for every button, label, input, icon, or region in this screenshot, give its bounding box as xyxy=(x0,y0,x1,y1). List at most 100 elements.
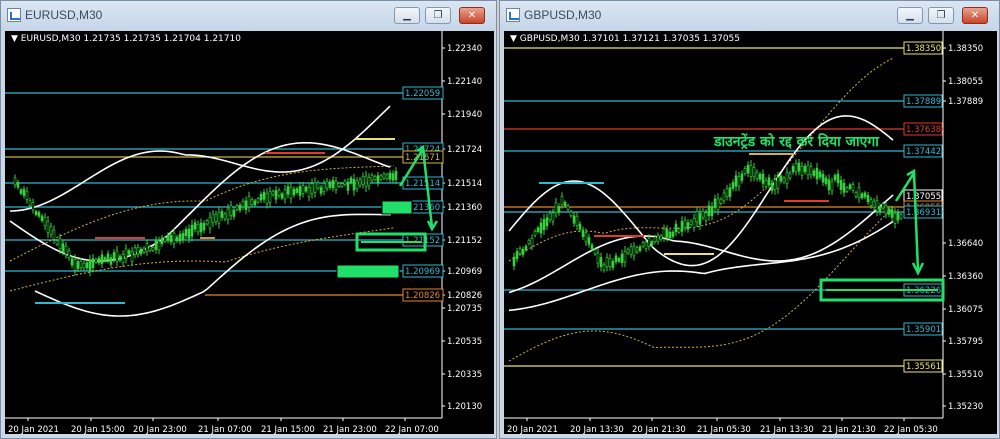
gbpusd-chart-window[interactable]: GBPUSD,M30 ▁ ❐ ✕ 1.38350 1.38055 1.37889 1.… xyxy=(499,0,1000,439)
price-chart[interactable]: 1.22340 1.22140 1.21940 1.21724 1.21514 1.213… xyxy=(5,31,494,436)
candle xyxy=(680,221,684,232)
time-tick-label: 22 Jan 07:00 xyxy=(385,425,439,435)
candle xyxy=(512,256,516,267)
price-tick-label: 1.35510 xyxy=(948,370,983,380)
candle xyxy=(313,182,317,193)
candle xyxy=(752,167,756,178)
chart-window-icon xyxy=(506,8,520,22)
price-tag-label: 1.37889 xyxy=(906,97,941,107)
candle xyxy=(887,208,891,215)
candle xyxy=(205,220,209,225)
candle xyxy=(620,253,624,264)
candle xyxy=(674,223,678,233)
candle xyxy=(611,261,615,268)
candle xyxy=(572,215,576,224)
candle xyxy=(860,193,864,199)
candle xyxy=(100,254,104,264)
chart-canvas[interactable]: 1.22340 1.22140 1.21940 1.21724 1.21514 1.213… xyxy=(5,31,494,436)
price-tag-label: 1.36931 xyxy=(906,208,941,218)
bollinger-mid xyxy=(9,141,391,262)
candle xyxy=(548,213,552,220)
candle xyxy=(103,257,107,261)
candle xyxy=(809,166,813,176)
envelope-lower-band xyxy=(508,207,894,362)
candle xyxy=(19,189,23,194)
candle xyxy=(244,200,248,211)
candle xyxy=(112,252,116,260)
candle xyxy=(118,255,122,261)
restore-button[interactable]: ❐ xyxy=(928,7,954,24)
candle xyxy=(695,211,699,223)
time-tick-label: 20 Jan 2021 xyxy=(8,425,59,435)
candle xyxy=(581,229,585,238)
candle xyxy=(515,251,519,260)
chart-header-text: EURUSD,M30 1.21735 1.21735 1.21704 1.217… xyxy=(20,34,241,44)
candle xyxy=(274,190,278,200)
candle xyxy=(82,262,86,269)
candle xyxy=(334,180,338,190)
candle xyxy=(256,198,260,203)
chart-canvas[interactable]: 1.38350 1.38055 1.37889 1.36640 1.36360 1.360… xyxy=(504,31,997,436)
price-tick-label: 1.37889 xyxy=(948,97,983,107)
candle xyxy=(533,230,537,236)
eurusd-chart-window[interactable]: EURUSD,M30 ▁ ❐ ✕ 1.22340 1.22140 1.21940 1.… xyxy=(0,0,497,439)
candle xyxy=(761,173,765,184)
candle xyxy=(599,257,603,268)
price-tick-label: 1.21514 xyxy=(447,179,482,189)
candle xyxy=(238,204,242,211)
candle xyxy=(31,202,35,211)
candle xyxy=(217,212,221,224)
candle xyxy=(283,189,287,200)
minimize-button[interactable]: ▁ xyxy=(394,7,420,24)
candle xyxy=(13,177,17,186)
candle xyxy=(617,258,621,262)
candle xyxy=(638,246,642,251)
candle xyxy=(773,179,777,190)
price-tag-label: 1.37442 xyxy=(906,147,941,157)
candle xyxy=(740,173,744,181)
time-tick-label: 21 Jan 23:00 xyxy=(323,425,377,435)
candle xyxy=(560,196,564,205)
time-tick-label: 22 Jan 05:30 xyxy=(884,425,938,435)
price-tag-label: 1.37638 xyxy=(906,125,941,135)
price-tag-label: 1.22059 xyxy=(405,89,440,99)
close-button[interactable]: ✕ xyxy=(459,7,485,24)
candle xyxy=(530,238,534,247)
candle xyxy=(175,236,179,242)
window-titlebar[interactable]: EURUSD,M30 ▁ ❐ ✕ xyxy=(1,1,496,31)
price-tag-label: 1.21514 xyxy=(405,179,440,189)
price-chart[interactable]: 1.38350 1.38055 1.37889 1.36640 1.36360 1.360… xyxy=(504,31,997,436)
close-button[interactable]: ✕ xyxy=(962,7,988,24)
candle xyxy=(812,170,816,176)
candle xyxy=(202,223,206,231)
envelope-upper-band xyxy=(508,57,894,262)
candle xyxy=(677,228,681,233)
candle xyxy=(43,217,47,227)
candle xyxy=(58,238,62,250)
candle xyxy=(94,258,98,263)
price-tick-label: 1.20969 xyxy=(447,267,482,277)
window-titlebar[interactable]: GBPUSD,M30 ▁ ❐ ✕ xyxy=(500,1,999,31)
candle xyxy=(298,186,302,196)
chart-header: ▼ EURUSD,M30 1.21735 1.21735 1.21704 1.2… xyxy=(11,34,241,44)
candle xyxy=(872,200,876,208)
candle xyxy=(731,182,735,189)
candle xyxy=(830,181,834,191)
candle xyxy=(109,257,113,265)
candle xyxy=(881,203,885,209)
candle xyxy=(839,180,843,190)
candle xyxy=(154,240,158,250)
candle xyxy=(827,179,831,191)
candle xyxy=(37,211,41,217)
restore-button[interactable]: ❐ xyxy=(425,7,451,24)
candle xyxy=(88,259,92,272)
candle xyxy=(214,214,218,222)
price-tag-label: 1.20826 xyxy=(405,291,440,301)
time-tick-label: 20 Jan 23:00 xyxy=(133,425,187,435)
price-tag-label: 1.20969 xyxy=(405,267,440,277)
minimize-button[interactable]: ▁ xyxy=(897,7,923,24)
candle xyxy=(884,205,888,215)
candle xyxy=(193,222,197,230)
candle xyxy=(602,264,606,271)
candle xyxy=(253,200,257,206)
